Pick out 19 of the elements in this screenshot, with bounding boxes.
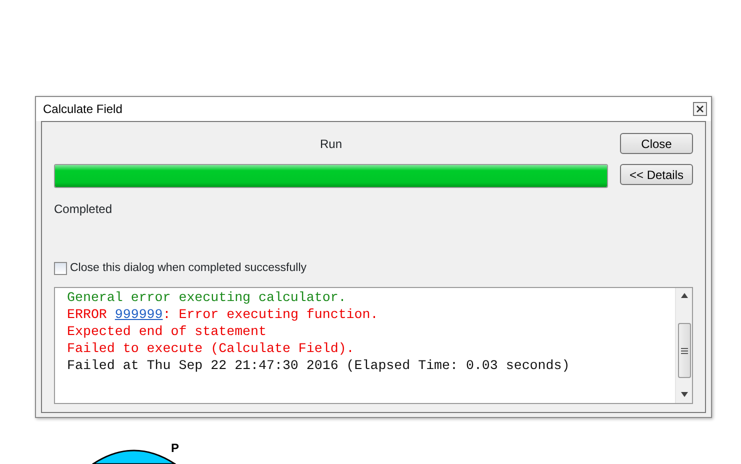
checkbox[interactable] — [54, 262, 67, 276]
close-button[interactable]: Close — [620, 133, 693, 154]
close-icon[interactable] — [693, 102, 707, 116]
error-code-link[interactable]: 999999 — [114, 307, 163, 322]
window-title: Calculate Field — [43, 101, 122, 118]
details-button[interactable]: << Details — [620, 164, 693, 185]
tool-name: Run — [320, 137, 342, 151]
status-text: Completed — [54, 202, 112, 216]
scroll-down-icon[interactable] — [680, 392, 688, 397]
log-line: Failed at Thu Sep 22 21:47:30 2016 (Elapsed Time: 0.03 seconds) — [67, 357, 570, 374]
map-label: P — [171, 440, 180, 457]
scrollbar[interactable] — [675, 288, 692, 403]
scroll-up-icon[interactable] — [680, 293, 688, 298]
log-line: ERROR 999999: Error executing function. — [67, 306, 378, 324]
log-line: Failed to execute (Calculate Field). — [67, 340, 354, 358]
checkbox-label[interactable]: Close this dialog when completed successfully — [70, 260, 307, 278]
log-line: General error executing calculator. — [67, 289, 346, 306]
log-line: Expected end of statement — [67, 323, 266, 340]
scroll-thumb[interactable] — [678, 323, 690, 378]
